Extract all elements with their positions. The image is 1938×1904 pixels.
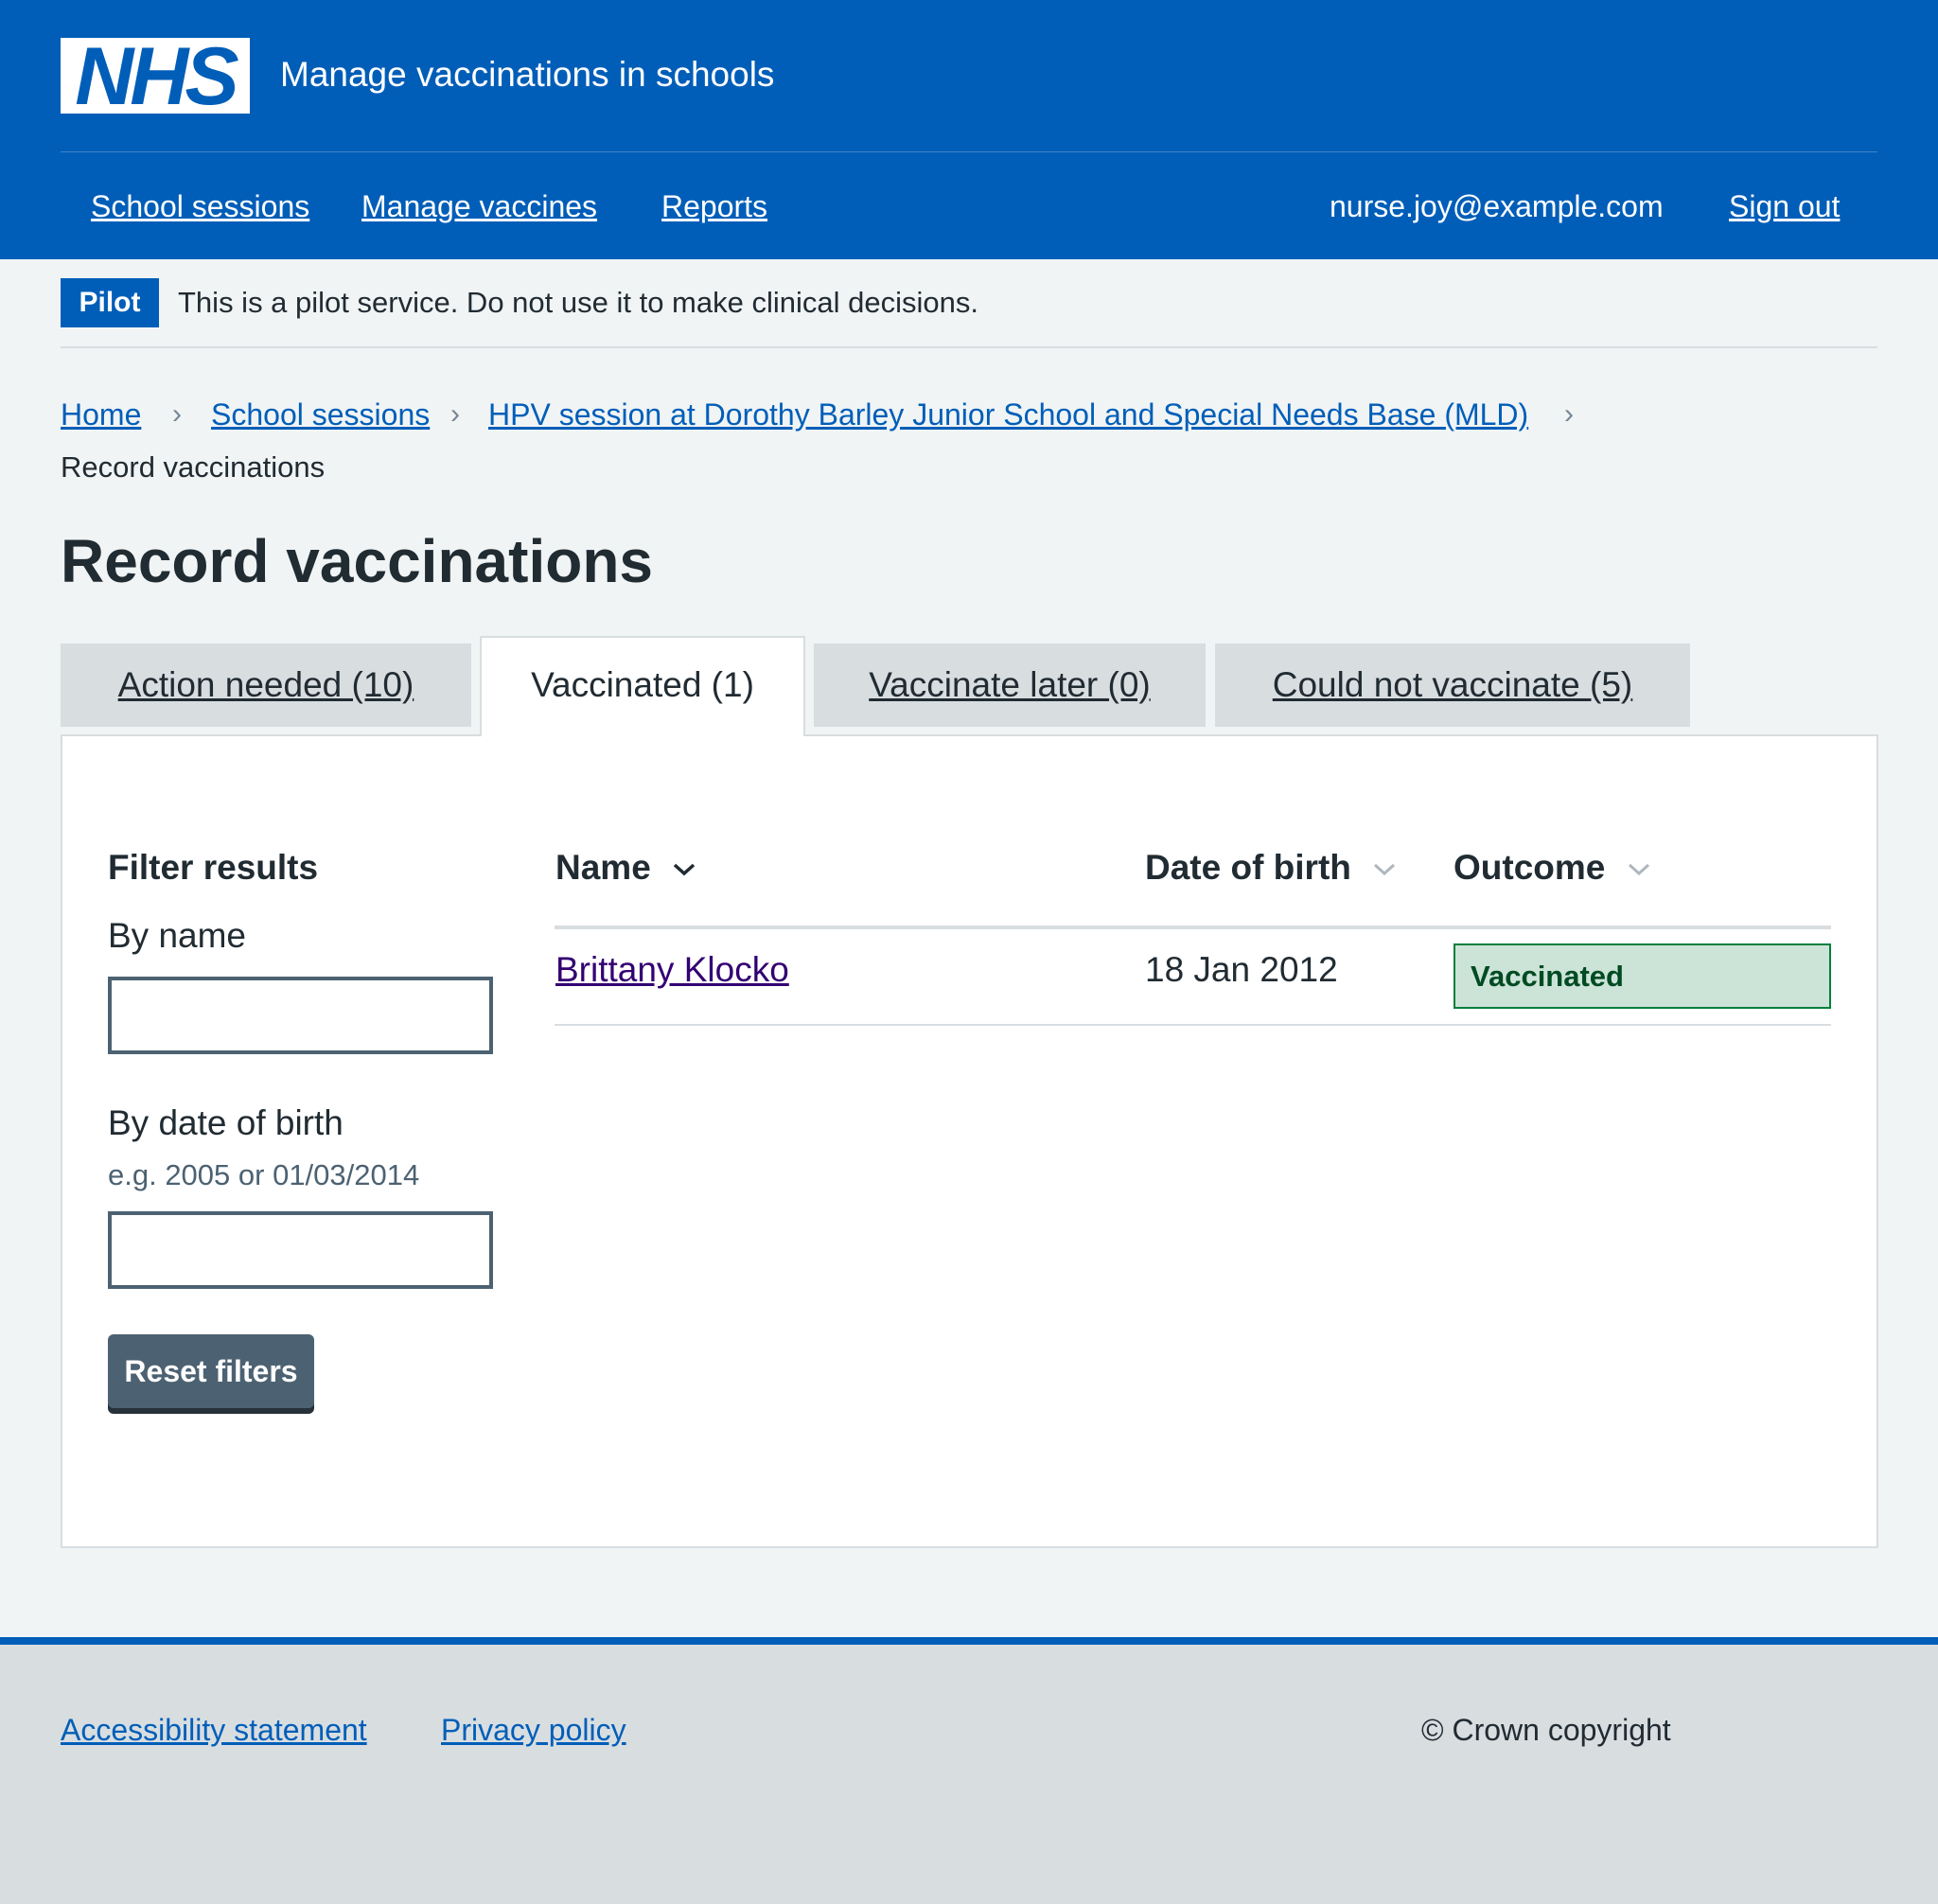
breadcrumb-school-sessions[interactable]: School sessions: [211, 394, 430, 435]
user-email: nurse.joy@example.com: [1330, 189, 1664, 223]
reset-filters-button[interactable]: Reset filters: [108, 1334, 314, 1408]
pilot-tag: Pilot: [61, 278, 159, 327]
privacy-policy-link[interactable]: Privacy policy: [441, 1709, 626, 1751]
table-row-divider: [555, 1024, 1831, 1026]
chevron-right-icon: ›: [450, 398, 460, 430]
column-header-dob[interactable]: Date of birth: [1145, 846, 1397, 890]
nav-school-sessions[interactable]: School sessions: [91, 185, 309, 227]
copyright-text: © Crown copyright: [1421, 1713, 1671, 1747]
patient-dob: 18 Jan 2012: [1145, 950, 1338, 989]
banner-divider: [61, 346, 1877, 348]
status-badge: Vaccinated: [1454, 943, 1831, 1009]
breadcrumb-hpv-session[interactable]: HPV session at Dorothy Barley Junior Sch…: [488, 394, 1528, 435]
by-name-label: By name: [108, 916, 247, 955]
column-header-label: Outcome: [1454, 848, 1606, 887]
tab-label: Vaccinate later (0): [869, 665, 1151, 704]
pilot-banner-text: This is a pilot service. Do not use it t…: [178, 286, 978, 319]
service-name[interactable]: Manage vaccinations in schools: [280, 53, 774, 97]
sign-out-link[interactable]: Sign out: [1729, 185, 1840, 227]
column-header-label: Name: [555, 848, 651, 887]
tab-vaccinate-later[interactable]: Vaccinate later (0): [814, 643, 1206, 727]
page-title: Record vaccinations: [61, 527, 653, 595]
tab-label: Vaccinated (1): [531, 665, 754, 704]
breadcrumb-home[interactable]: Home: [61, 394, 141, 435]
tab-vaccinated[interactable]: Vaccinated (1): [480, 636, 805, 736]
nhs-logo[interactable]: NHS: [61, 38, 250, 114]
nav-manage-vaccines[interactable]: Manage vaccines: [361, 185, 597, 227]
site-footer: [0, 1637, 1938, 1904]
header-divider: [61, 151, 1877, 152]
nav-reports[interactable]: Reports: [661, 185, 767, 227]
column-header-name[interactable]: Name: [555, 846, 696, 890]
dob-hint: e.g. 2005 or 01/03/2014: [108, 1158, 420, 1191]
chevron-right-icon: ›: [172, 398, 182, 430]
patient-name-link[interactable]: Brittany Klocko: [555, 948, 789, 992]
site-header: NHS Manage vaccinations in schools Schoo…: [0, 0, 1938, 259]
name-filter-input[interactable]: [108, 977, 493, 1054]
filter-title: Filter results: [108, 848, 319, 887]
chevron-down-icon: [673, 863, 696, 876]
column-header-outcome[interactable]: Outcome: [1454, 846, 1651, 890]
tab-action-needed[interactable]: Action needed (10): [61, 643, 471, 727]
chevron-right-icon: ›: [1564, 398, 1574, 430]
table-header-divider: [555, 926, 1831, 929]
tab-label: Action needed (10): [117, 665, 414, 704]
chevron-down-icon: [1374, 864, 1396, 876]
tab-could-not-vaccinate[interactable]: Could not vaccinate (5): [1215, 643, 1690, 727]
tab-label: Could not vaccinate (5): [1272, 665, 1633, 704]
by-dob-label: By date of birth: [108, 1103, 344, 1142]
chevron-down-icon: [1628, 864, 1649, 876]
dob-filter-input[interactable]: [108, 1211, 493, 1289]
breadcrumb-current: Record vaccinations: [61, 450, 326, 484]
accessibility-statement-link[interactable]: Accessibility statement: [61, 1709, 367, 1751]
column-header-label: Date of birth: [1145, 848, 1351, 887]
nhs-logo-text: NHS: [75, 38, 238, 114]
